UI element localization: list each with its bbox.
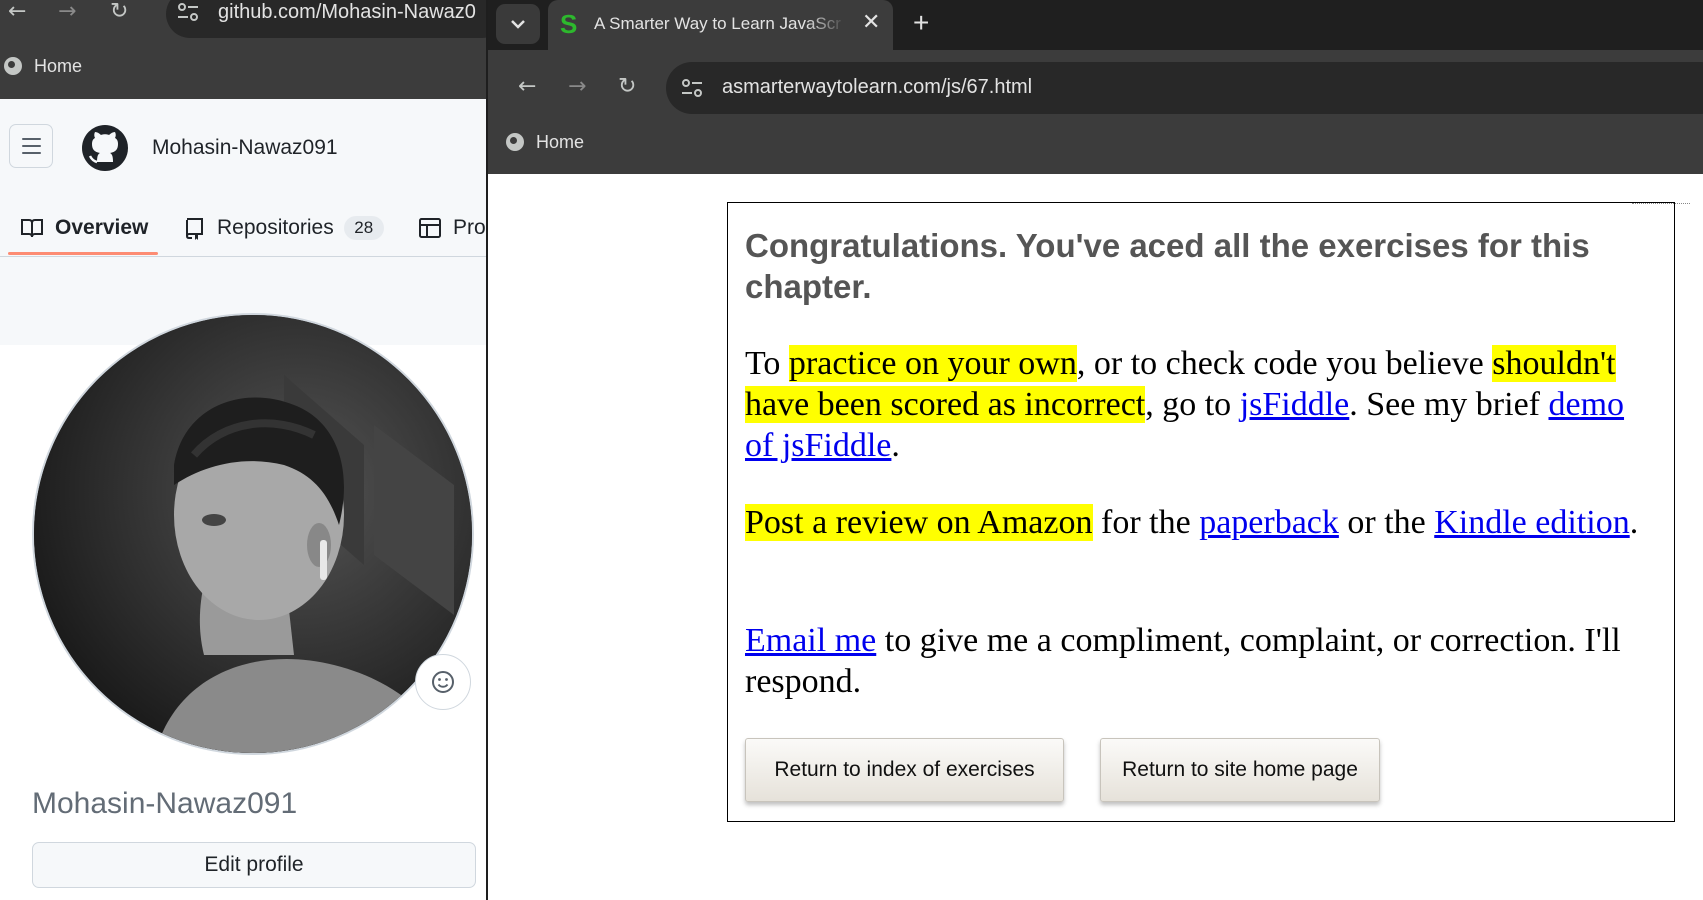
kindle-edition-link[interactable]: Kindle edition [1434,504,1629,541]
return-to-home-button[interactable]: Return to site home page [1100,738,1380,802]
practice-paragraph: To practice on your own, or to check cod… [745,343,1650,466]
globe-icon [506,133,524,151]
congratulations-heading: Congratulations. You've aced all the exe… [745,227,1590,305]
avatar-photo [34,315,472,753]
tab-projects-label: Pro [453,216,486,239]
text: . [1629,504,1639,541]
menu-icon-line [22,152,41,154]
github-logo-icon[interactable] [81,124,129,172]
tab-search-button[interactable] [496,4,540,44]
bookmark-home[interactable]: Home [506,132,584,153]
table-icon [419,218,441,238]
browser-toolbar: ← → ↻ github.com/Mohasin-Nawaz0 Home [0,0,486,99]
text: , or to check code you believe [1076,345,1493,382]
globe-icon [4,57,22,75]
text: , go to [1145,386,1240,423]
tabs-divider [0,256,486,257]
bookmark-home-label: Home [34,56,83,76]
reload-icon[interactable]: ↻ [618,75,636,99]
text: to give me a compliment, complaint, or c… [745,622,1621,700]
review-paragraph: Post a review on Amazon for the paperbac… [745,502,1650,543]
return-to-index-button[interactable]: Return to index of exercises [745,738,1064,802]
text: To [745,345,789,382]
site-info-icon[interactable] [680,78,704,98]
repo-count-badge: 28 [343,216,384,240]
site-favicon-icon: S [560,9,578,39]
text: . [891,427,900,464]
tab-repositories[interactable]: Repositories 28 [182,200,384,256]
highlighted-text: Post a review on Amazon [745,504,1093,541]
text: or the [1338,504,1435,541]
reload-icon[interactable]: ↻ [110,0,128,24]
menu-icon-line [22,145,41,147]
back-arrow-icon[interactable]: ← [8,0,26,24]
highlighted-text: practice on your own [788,345,1077,382]
email-me-link[interactable]: Email me [745,622,876,659]
menu-button[interactable] [9,124,53,168]
site-info-icon[interactable] [176,2,200,22]
paperback-link[interactable]: paperback [1199,504,1339,541]
forward-arrow-icon[interactable]: → [568,75,586,99]
tab-projects[interactable]: Pro [418,200,486,256]
back-arrow-icon[interactable]: ← [518,75,536,99]
github-browser-window: ← → ↻ github.com/Mohasin-Nawaz0 Home Moh… [0,0,486,900]
dotted-rule [1632,203,1690,205]
profile-username: Mohasin-Nawaz091 [32,787,298,820]
new-tab-icon[interactable]: + [913,7,929,39]
tab-overview-label: Overview [55,216,149,239]
set-status-button[interactable] [415,654,471,710]
avatar[interactable] [32,313,474,755]
close-icon[interactable]: ✕ [862,9,880,35]
bookmark-home-label: Home [536,132,585,152]
lesson-browser-window: S A Smarter Way to Learn JavaScr ✕ + ← →… [488,0,1703,900]
url-text[interactable]: asmarterwaytolearn.com/js/67.html [722,76,1032,99]
active-tab-indicator [8,252,158,255]
smiley-icon [432,671,454,693]
text: . See my brief [1349,386,1549,423]
repo-icon [185,218,203,240]
jsfiddle-link[interactable]: jsFiddle [1240,386,1350,423]
tab-repositories-label: Repositories [217,216,334,239]
menu-icon-line [22,138,41,140]
url-text[interactable]: github.com/Mohasin-Nawaz0 [218,1,476,24]
chevron-down-icon [511,20,525,29]
bookmark-home[interactable]: Home [4,56,82,77]
header-username[interactable]: Mohasin-Nawaz091 [152,136,338,160]
email-paragraph: Email me to give me a compliment, compla… [745,620,1650,702]
forward-arrow-icon[interactable]: → [58,0,76,24]
tab-title-fade [806,8,846,42]
book-icon [21,219,43,238]
tab-overview[interactable]: Overview [20,200,148,256]
edit-profile-button[interactable]: Edit profile [32,842,476,888]
text: for the [1092,504,1200,541]
